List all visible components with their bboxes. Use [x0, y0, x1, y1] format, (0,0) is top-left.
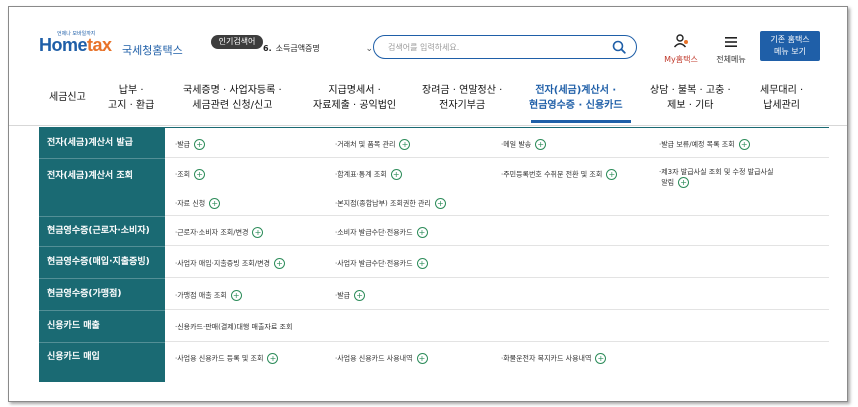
menu-link[interactable]: ·자료 신청 + [175, 198, 221, 209]
plus-circle-icon: + [678, 177, 690, 188]
active-tab-indicator [531, 120, 631, 123]
plus-circle-icon: + [399, 139, 411, 150]
plus-circle-icon: + [390, 169, 402, 180]
menu-link[interactable]: ·거래처 및 품목 관리 + [335, 139, 411, 150]
nav-tax-agent[interactable]: 세무대리 · 납세관리 [760, 83, 803, 113]
plus-circle-icon: + [274, 258, 285, 269]
all-menu-label: 전체메뉴 [716, 55, 746, 64]
all-menu-button[interactable]: 전체메뉴 [711, 33, 751, 65]
sidebar-divider [39, 342, 165, 343]
logo-subname: 국세청홈택스 [122, 44, 183, 57]
menu-link[interactable]: ·본지점(종합납부) 조회권한 관리 + [335, 198, 446, 209]
window-frame: 언제나 모바일까지 Hometax 국세청홈택스 인기검색어 6. 소득금액증명 … [8, 6, 848, 402]
plus-circle-icon: + [354, 290, 366, 301]
my-hometax-button[interactable]: My홈택스 [659, 33, 703, 65]
plus-circle-icon: + [230, 290, 242, 301]
plus-circle-icon: + [252, 227, 264, 238]
sidebar-divider [39, 278, 165, 279]
menu-row: 신용카드 매출 ·신용카드·판매(결제)대행 매출자료 조회 [39, 310, 829, 342]
logo-brand: Hometax [39, 35, 112, 55]
nav-payment[interactable]: 납부 · 고지 · 환급 [108, 83, 154, 113]
menu-link[interactable]: ·제3자 발급사실 조회 및 수정 발급사실 알림 + [659, 167, 773, 188]
row-heading[interactable]: 현금영수증(매입·지출증빙) [39, 246, 165, 278]
nav-consulting[interactable]: 상담 · 불복 · 고충 · 제보 · 기타 [650, 83, 731, 113]
menu-link[interactable]: ·발급 + [175, 139, 206, 150]
menu-link[interactable]: ·근로자·소비자 조회/변경 + [175, 227, 264, 238]
row-heading[interactable]: 전자(세금)계산서 발급 [39, 128, 165, 158]
menu-row: 현금영수증(매입·지출증빙) ·사업자 매입·지출증빙 조회/변경 + ·사업자 … [39, 246, 829, 278]
row-heading[interactable]: 신용카드 매입 [39, 342, 165, 372]
search-icon[interactable] [612, 40, 626, 54]
menu-link[interactable]: ·화물운전자 복지카드 사용내역 + [501, 353, 607, 364]
plus-circle-icon: + [738, 139, 750, 150]
plus-circle-icon: + [267, 353, 279, 364]
header: 언제나 모바일까지 Hometax 국세청홈택스 인기검색어 6. 소득금액증명 … [9, 7, 847, 75]
menu-link[interactable]: ·주민등록번호 수취분 전환 및 조회 + [501, 169, 618, 180]
sidebar-divider [39, 216, 165, 217]
menu-link[interactable]: ·발급 보류/예정 목록 조회 + [659, 139, 750, 150]
menu-link[interactable]: ·조회 + [175, 169, 206, 180]
sidebar-divider [39, 246, 165, 247]
chevron-down-icon[interactable]: ⌄ [365, 40, 373, 58]
plus-circle-icon: + [194, 169, 206, 180]
row-heading[interactable]: 현금영수증(근로자·소비자) [39, 216, 165, 246]
popular-rank: 6. [263, 44, 272, 53]
plus-circle-icon: + [416, 258, 428, 269]
nav-payment-statement[interactable]: 지급명세서 · 자료제출 · 공익법인 [313, 83, 396, 113]
hamburger-icon [725, 37, 737, 47]
popular-keyword: 소득금액증명 [275, 44, 320, 53]
plus-circle-icon: + [434, 198, 446, 209]
popular-keyword-select[interactable]: 6. 소득금액증명 ⌄ [263, 40, 373, 58]
menu-row: 전자(세금)계산서 조회 ·조회 + ·합계표·통계 조회 + ·주민등록번호 수취… [39, 158, 829, 216]
row-heading[interactable]: 전자(세금)계산서 조회 [39, 168, 165, 181]
submenu-panel: 전자(세금)계산서 발급 ·발급 + ·거래처 및 품목 관리 + ·메일 발송 + … [39, 127, 829, 382]
main-nav: 세금신고 납부 · 고지 · 환급 국세증명 · 사업자등록 · 세금관련 신청/신… [9, 79, 847, 126]
menu-link[interactable]: ·사업용 신용카드 사용내역 + [335, 353, 428, 364]
menu-row: 전자(세금)계산서 발급 ·발급 + ·거래처 및 품목 관리 + ·메일 발송 + … [39, 128, 829, 158]
menu-link[interactable]: ·소비자 발급수단·전용카드 + [335, 227, 428, 238]
menu-row: 신용카드 매입 ·사업용 신용카드 등록 및 조회 + ·사업용 신용카드 사용내… [39, 342, 829, 372]
menu-row: 현금영수증(가맹점) ·가맹점 매출 조회 + ·발급 + [39, 278, 829, 310]
menu-link[interactable]: ·합계표·통계 조회 + [335, 169, 402, 180]
row-heading[interactable]: 현금영수증(가맹점) [39, 278, 165, 310]
row-heading[interactable]: 신용카드 매출 [39, 310, 165, 342]
nav-e-invoice[interactable]: 전자(세금)계산서 · 현금영수증 · 신용카드 [529, 83, 623, 113]
nav-incentive[interactable]: 장려금 · 연말정산 · 전자기부금 [422, 83, 502, 113]
menu-link[interactable]: ·가맹점 매출 조회 + [175, 290, 242, 301]
plus-circle-icon: + [194, 139, 206, 150]
menu-link[interactable]: ·사업자 매입·지출증빙 조회/변경 + [175, 258, 285, 269]
user-icon [673, 34, 688, 48]
classic-menu-button[interactable]: 기존 홈택스 메뉴 보기 [760, 31, 820, 61]
my-hometax-label: My홈택스 [664, 55, 698, 64]
popular-keywords-badge: 인기검색어 [211, 35, 263, 49]
menu-link[interactable]: ·사업자 발급수단·전용카드 + [335, 258, 428, 269]
nav-tax-return[interactable]: 세금신고 [49, 90, 86, 105]
plus-circle-icon: + [416, 227, 428, 238]
plus-circle-icon: + [416, 353, 428, 364]
menu-link[interactable]: ·발급 + [335, 290, 366, 301]
menu-link[interactable]: ·메일 발송 + [501, 139, 547, 150]
plus-circle-icon: + [535, 139, 547, 150]
sidebar-divider [39, 310, 165, 311]
sidebar-divider [39, 158, 165, 159]
plus-circle-icon: + [606, 169, 618, 180]
search-input[interactable] [386, 39, 610, 56]
plus-circle-icon: + [595, 353, 607, 364]
menu-row: 현금영수증(근로자·소비자) ·근로자·소비자 조회/변경 + ·소비자 발급수단… [39, 216, 829, 246]
plus-circle-icon: + [209, 198, 221, 209]
search-box [373, 35, 637, 59]
nav-certificate[interactable]: 국세증명 · 사업자등록 · 세금관련 신청/신고 [183, 83, 282, 113]
menu-link[interactable]: ·신용카드·판매(결제)대행 매출자료 조회 [175, 322, 292, 332]
menu-link[interactable]: ·사업용 신용카드 등록 및 조회 + [175, 353, 279, 364]
